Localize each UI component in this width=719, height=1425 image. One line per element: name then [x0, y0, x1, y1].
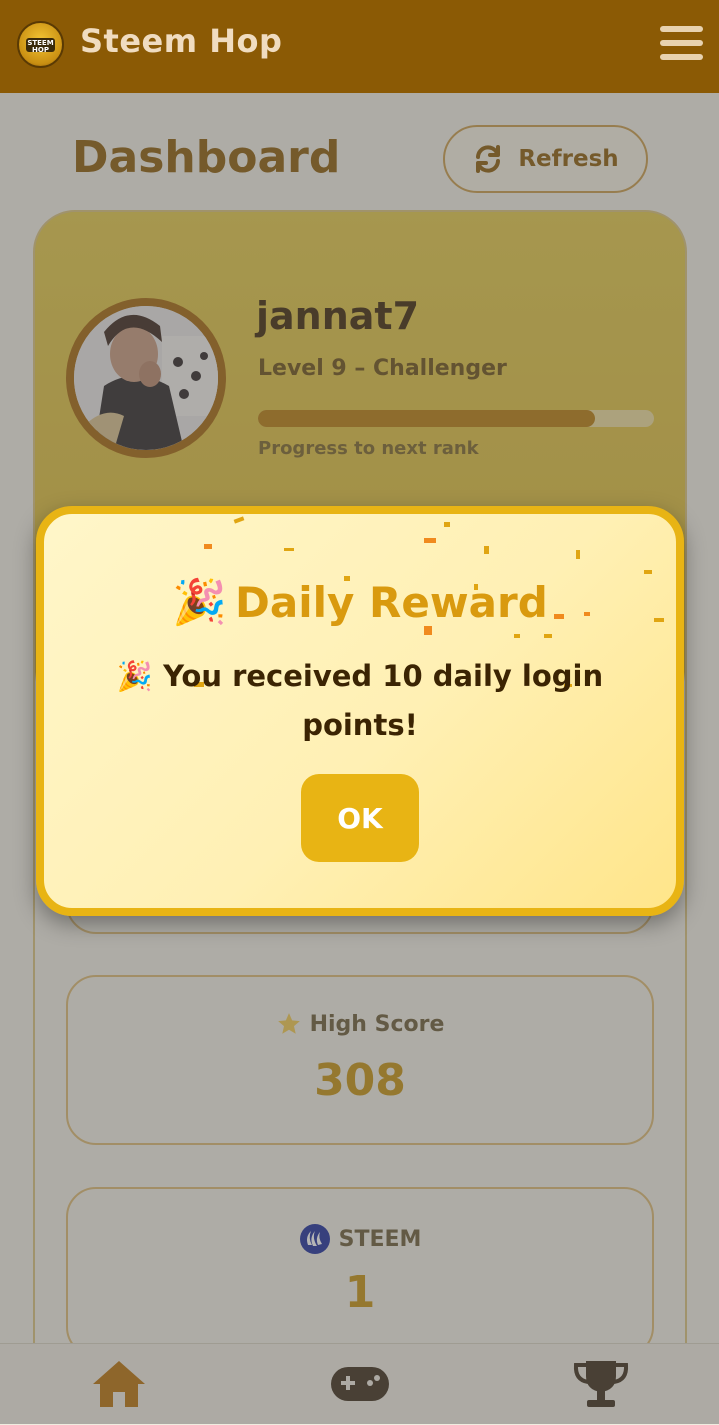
- modal-message: 🎉 You received 10 daily login points!: [116, 659, 604, 742]
- app-logo[interactable]: STEEM HOP: [17, 21, 64, 68]
- daily-reward-dialog: 🎉 Daily Reward 🎉 You received 10 daily lo…: [36, 506, 684, 916]
- modal-title-text: Daily Reward: [235, 578, 548, 627]
- hamburger-menu-icon[interactable]: [660, 26, 705, 64]
- app-title: Steem Hop: [80, 22, 283, 60]
- app-header: STEEM HOP Steem Hop: [0, 0, 719, 93]
- modal-title: 🎉 Daily Reward: [44, 576, 676, 628]
- ok-button[interactable]: OK: [301, 774, 419, 862]
- logo-graphic: STEEM HOP: [26, 38, 55, 54]
- party-popper-icon: 🎉: [172, 577, 228, 628]
- logo-text-hop: HOP: [32, 46, 49, 54]
